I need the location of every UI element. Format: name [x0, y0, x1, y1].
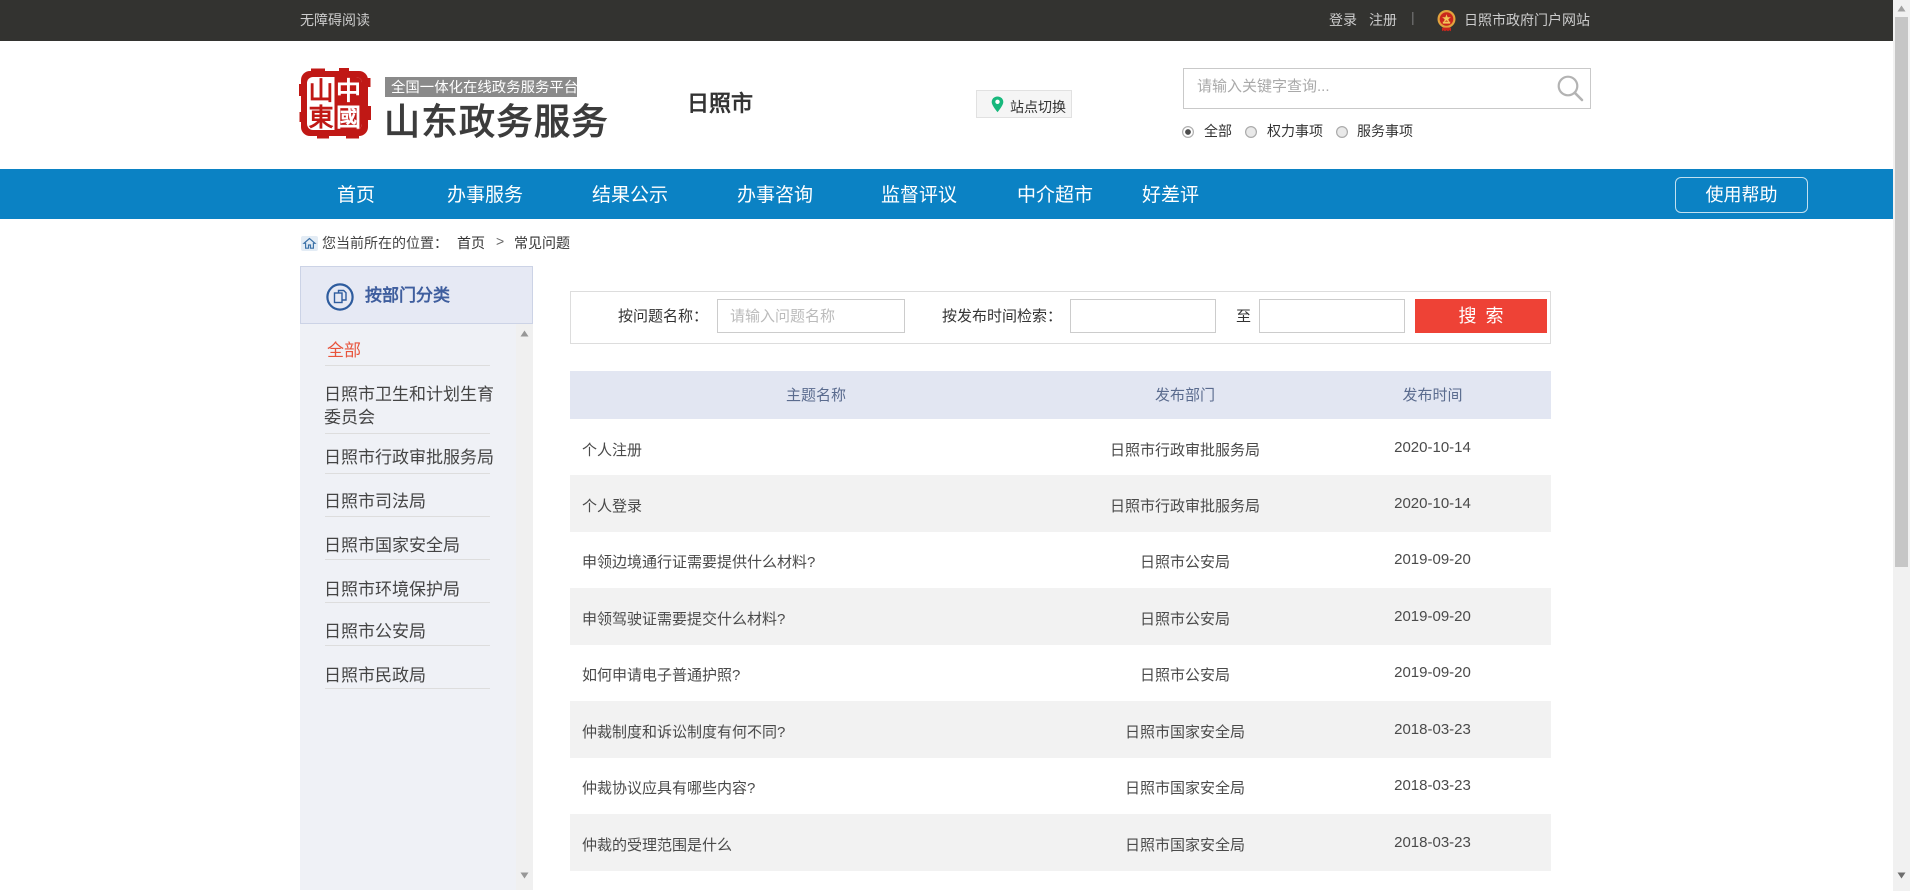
svg-text:中: 中	[336, 78, 361, 106]
svg-text:國: 國	[336, 105, 361, 132]
svg-text:山: 山	[308, 78, 333, 106]
svg-text:東: 東	[308, 104, 333, 132]
